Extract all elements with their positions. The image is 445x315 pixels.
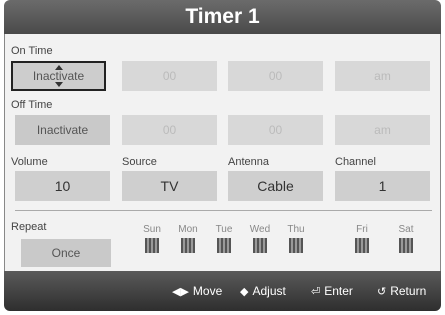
- off-time-minute-field[interactable]: 00: [228, 115, 323, 145]
- day-label: Fri: [356, 224, 368, 235]
- arrow-down-icon: [54, 82, 63, 87]
- dialog-title: Timer 1: [4, 0, 441, 34]
- on-time-state-select[interactable]: Inactivate: [11, 61, 106, 91]
- day-thu[interactable]: Thu: [281, 224, 311, 253]
- arrow-up-icon: [54, 65, 63, 70]
- on-time-hour-field[interactable]: 00: [122, 61, 217, 91]
- day-wed[interactable]: Wed: [245, 224, 275, 253]
- day-checkbox[interactable]: [289, 238, 303, 253]
- day-checkbox[interactable]: [181, 238, 195, 253]
- source-field[interactable]: TV: [122, 171, 217, 201]
- up-down-arrows-icon: ◆: [240, 286, 249, 298]
- antenna-field[interactable]: Cable: [228, 171, 323, 201]
- footer-hint-bar: ◀▶ Move ◆ Adjust ⏎ Enter ↺ Return: [4, 271, 441, 311]
- enter-icon: ⏎: [311, 286, 321, 298]
- hint-return-label: Return: [390, 284, 427, 298]
- on-time-state-value: Inactivate: [32, 69, 85, 83]
- day-checkbox[interactable]: [253, 238, 267, 253]
- off-time-label: Off Time: [11, 99, 53, 111]
- hint-move: ◀▶ Move: [172, 284, 222, 298]
- volume-field[interactable]: 10: [15, 171, 110, 201]
- section-divider: [15, 210, 432, 211]
- day-fri[interactable]: Fri: [347, 224, 377, 253]
- day-label: Tue: [215, 224, 233, 235]
- return-icon: ↺: [377, 286, 387, 298]
- left-right-arrows-icon: ◀▶: [172, 286, 189, 298]
- source-label: Source: [122, 156, 157, 168]
- day-tue[interactable]: Tue: [209, 224, 239, 253]
- timer-panel: On Time Inactivate 00 00 am Off Time Ina…: [4, 34, 441, 271]
- day-sun[interactable]: Sun: [137, 224, 167, 253]
- channel-label: Channel: [335, 156, 376, 168]
- timer-screen: Timer 1 On Time Inactivate 00 00 am Off …: [0, 0, 445, 315]
- on-time-label: On Time: [11, 45, 53, 57]
- antenna-label: Antenna: [228, 156, 269, 168]
- day-sat[interactable]: Sat: [391, 224, 421, 253]
- day-checkbox[interactable]: [399, 238, 413, 253]
- day-checkbox[interactable]: [355, 238, 369, 253]
- hint-adjust-label: Adjust: [252, 284, 286, 298]
- off-time-ampm-field[interactable]: am: [335, 115, 430, 145]
- hint-adjust: ◆ Adjust: [240, 284, 286, 298]
- hint-return: ↺ Return: [377, 284, 426, 298]
- repeat-select[interactable]: Once: [21, 239, 111, 267]
- day-label: Sat: [398, 224, 414, 235]
- channel-field[interactable]: 1: [335, 171, 430, 201]
- on-time-minute-field[interactable]: 00: [228, 61, 323, 91]
- day-label: Wed: [249, 224, 271, 235]
- day-label: Thu: [287, 224, 305, 235]
- day-checkbox[interactable]: [217, 238, 231, 253]
- hint-move-label: Move: [192, 284, 223, 298]
- day-mon[interactable]: Mon: [173, 224, 203, 253]
- on-time-ampm-field[interactable]: am: [335, 61, 430, 91]
- day-label: Mon: [178, 224, 198, 235]
- day-checkbox[interactable]: [145, 238, 159, 253]
- hint-enter-label: Enter: [324, 284, 353, 298]
- day-label: Sun: [143, 224, 161, 235]
- volume-label: Volume: [11, 156, 48, 168]
- off-time-hour-field[interactable]: 00: [122, 115, 217, 145]
- hint-enter: ⏎ Enter: [311, 284, 353, 298]
- repeat-label: Repeat: [11, 221, 47, 233]
- off-time-state-select[interactable]: Inactivate: [15, 115, 110, 145]
